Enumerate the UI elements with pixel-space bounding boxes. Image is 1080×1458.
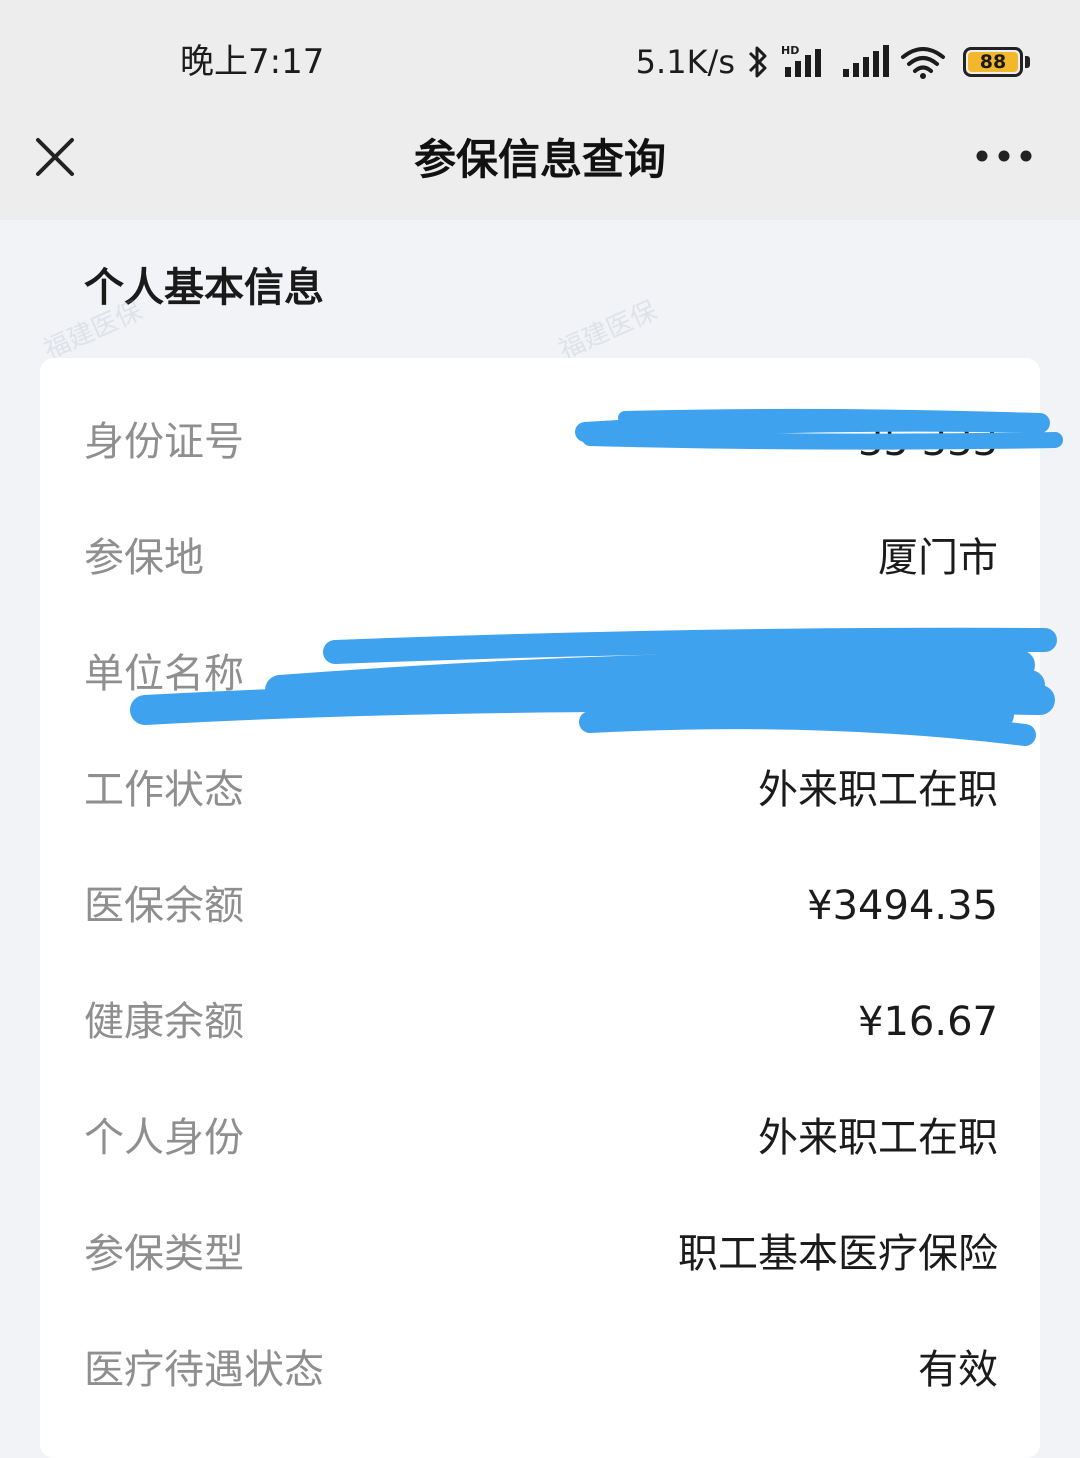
row-label: 个人身份 bbox=[84, 1115, 244, 1161]
info-row-work-status: 工作状态 外来职工在职 bbox=[40, 732, 1040, 848]
info-row-treatment-status: 医疗待遇状态 有效 bbox=[40, 1312, 1040, 1428]
row-label: 工作状态 bbox=[84, 767, 244, 813]
network-speed: 5.1K/s bbox=[635, 43, 735, 81]
row-value: 厦门市 bbox=[878, 535, 998, 581]
info-card: 身份证号 35 333 参保地 厦门市 单位名称 工作状态 外来职工在职 医保余… bbox=[40, 358, 1040, 1458]
section-title: 个人基本信息 bbox=[84, 265, 324, 311]
bluetooth-icon bbox=[745, 43, 771, 81]
top-bar: 晚上7:17 5.1K/s HD 88 参保信息查询 bbox=[0, 0, 1080, 220]
battery-level: 88 bbox=[979, 51, 1007, 73]
info-row-medical-balance: 医保余额 ¥3494.35 bbox=[40, 848, 1040, 964]
more-button[interactable] bbox=[968, 136, 1040, 176]
info-row-insurance-type: 参保类型 职工基本医疗保险 bbox=[40, 1196, 1040, 1312]
battery-tip bbox=[1025, 56, 1030, 68]
watermark: 福建医保 bbox=[554, 295, 662, 366]
page-title: 参保信息查询 bbox=[413, 135, 666, 184]
signal-icon bbox=[841, 43, 889, 81]
row-value: 有效 bbox=[918, 1347, 998, 1393]
row-value: 外来职工在职 bbox=[758, 1115, 998, 1161]
nav-header: 参保信息查询 bbox=[0, 118, 1080, 220]
status-time: 晚上7:17 bbox=[180, 42, 325, 82]
row-label: 医疗待遇状态 bbox=[84, 1347, 324, 1393]
battery-icon: 88 bbox=[963, 47, 1023, 77]
svg-text:HD: HD bbox=[781, 44, 799, 57]
info-row-id-number: 身份证号 35 333 bbox=[40, 384, 1040, 500]
wifi-icon bbox=[899, 43, 947, 81]
more-icon bbox=[976, 150, 1032, 162]
row-value: 外来职工在职 bbox=[758, 767, 998, 813]
info-row-personal-identity: 个人身份 外来职工在职 bbox=[40, 1080, 1040, 1196]
row-label: 单位名称 bbox=[84, 651, 244, 697]
status-indicators: 5.1K/s HD 88 bbox=[636, 40, 1030, 84]
row-label: 医保余额 bbox=[84, 883, 244, 929]
row-label: 健康余额 bbox=[84, 999, 244, 1045]
row-label: 参保地 bbox=[84, 535, 204, 581]
hd-signal-icon: HD bbox=[781, 43, 831, 81]
row-value: 35 333 bbox=[858, 419, 998, 465]
info-row-employer: 单位名称 bbox=[40, 616, 1040, 732]
info-row-health-balance: 健康余额 ¥16.67 bbox=[40, 964, 1040, 1080]
row-label: 参保类型 bbox=[84, 1231, 244, 1277]
row-label: 身份证号 bbox=[84, 419, 244, 465]
row-value: 职工基本医疗保险 bbox=[678, 1231, 998, 1277]
status-bar: 晚上7:17 5.1K/s HD 88 bbox=[0, 0, 1080, 118]
row-value: ¥16.67 bbox=[858, 999, 998, 1045]
row-value: ¥3494.35 bbox=[807, 883, 998, 929]
info-row-insured-location: 参保地 厦门市 bbox=[40, 500, 1040, 616]
